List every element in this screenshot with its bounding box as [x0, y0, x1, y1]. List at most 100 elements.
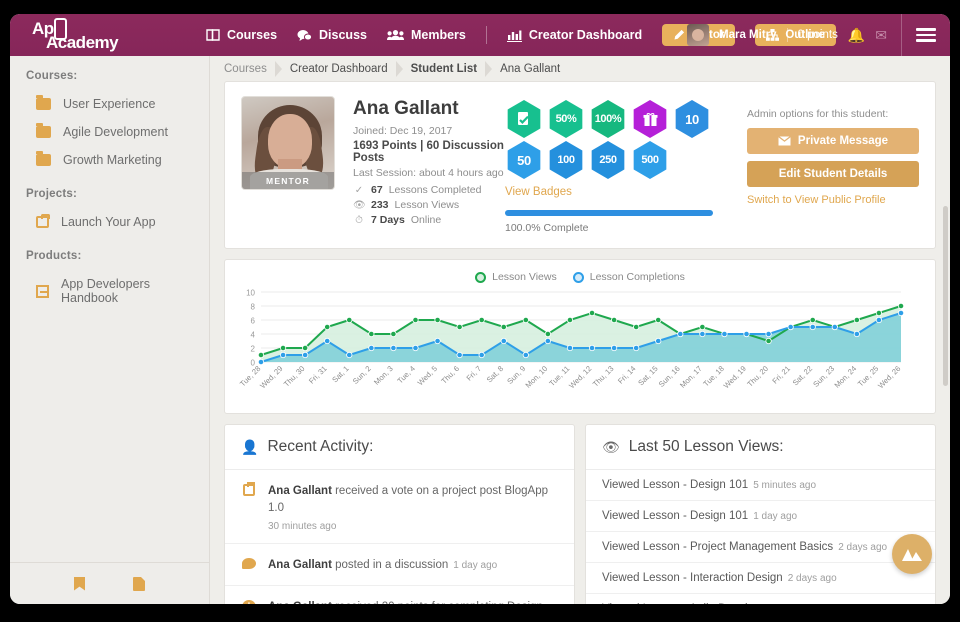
- activity-row[interactable]: Ana Gallant received a vote on a project…: [225, 470, 574, 545]
- sidebar-heading-products: Products:: [26, 250, 82, 262]
- svg-text:Mon, 17: Mon, 17: [678, 364, 704, 390]
- nav-item-members[interactable]: Members: [386, 28, 466, 42]
- switch-public-profile-link[interactable]: Switch to View Public Profile: [747, 194, 919, 206]
- svg-text:Wed, 19: Wed, 19: [722, 364, 748, 390]
- student-profile-card: MENTOR Ana Gallant Joined: Dec 19, 2017 …: [224, 81, 936, 249]
- breadcrumb-item-courses[interactable]: Courses: [224, 63, 273, 75]
- sidebar-item-label: Growth Marketing: [63, 153, 162, 167]
- lesson-view-row[interactable]: Viewed Lesson - Design 101 5 minutes ago: [586, 470, 935, 501]
- joined-date: Joined: Dec 19, 2017: [353, 125, 453, 137]
- nav-item-discuss[interactable]: Discuss: [297, 28, 367, 42]
- sidebar-item-growth-marketing[interactable]: Growth Marketing: [10, 146, 209, 174]
- person-icon: 👤: [241, 438, 259, 455]
- svg-text:Wed, 12: Wed, 12: [567, 364, 593, 390]
- stat-label: Online: [410, 214, 442, 226]
- bookmark-icon[interactable]: [74, 576, 85, 591]
- nav-user-area: Mara Mitry 0 points 🔔 ✉: [687, 14, 950, 56]
- badges-section: 50% 100% 10 50 100 250 500 View Badges 1…: [505, 96, 741, 234]
- badge-row-bottom: 50 100 250 500: [505, 141, 741, 179]
- avatar[interactable]: [687, 24, 710, 46]
- badge-10[interactable]: 10: [675, 100, 709, 138]
- bell-icon[interactable]: 🔔: [848, 28, 865, 42]
- svg-text:4: 4: [251, 331, 256, 340]
- lesson-view-time: 1 day ago: [753, 511, 798, 522]
- svg-text:8: 8: [251, 303, 256, 312]
- brand-logo[interactable]: App Academy: [10, 17, 200, 51]
- badge-100[interactable]: 100: [549, 141, 583, 179]
- stat-value: 67: [371, 184, 383, 196]
- sidebar-item-app-developers-handbook[interactable]: App Developers Handbook: [10, 270, 209, 312]
- scrollbar[interactable]: [943, 206, 948, 386]
- svg-text:Sun, 16: Sun, 16: [657, 364, 682, 389]
- user-name: Mara Mitry: [719, 29, 777, 41]
- plus-circle-icon: +: [241, 599, 257, 604]
- badge-500[interactable]: 500: [633, 141, 667, 179]
- stat-label: Lesson Views: [394, 199, 460, 211]
- hamburger-icon: [916, 25, 936, 45]
- breadcrumb-item-student-list[interactable]: Student List: [411, 63, 483, 75]
- lesson-views-list: Viewed Lesson - Design 101 5 minutes ago V…: [586, 470, 935, 604]
- activity-row[interactable]: Ana Gallant posted in a discussion 1 day …: [225, 544, 574, 587]
- inbox-icon[interactable]: ✉: [875, 28, 887, 42]
- eye-icon: 👁: [602, 438, 620, 455]
- svg-text:Sat, 8: Sat, 8: [485, 364, 505, 384]
- legend-item-lesson-views[interactable]: Lesson Views: [475, 271, 557, 283]
- button-label: Private Message: [797, 135, 889, 147]
- nav-item-creator-dashboard[interactable]: Creator Dashboard: [506, 28, 643, 42]
- sidebar: Courses: User Experience Agile Developme…: [10, 56, 210, 604]
- view-badges-link[interactable]: View Badges: [505, 186, 741, 198]
- sidebar-item-launch-your-app[interactable]: Launch Your App: [10, 208, 209, 236]
- svg-text:Sat, 15: Sat, 15: [636, 364, 659, 387]
- chat-icon: [297, 29, 313, 41]
- nav-label: Creator Dashboard: [528, 28, 643, 42]
- svg-text:6: 6: [251, 317, 256, 326]
- badge-gift[interactable]: [633, 100, 667, 138]
- private-message-button[interactable]: Private Message: [747, 128, 919, 154]
- sidebar-item-user-experience[interactable]: User Experience: [10, 90, 209, 118]
- badge-50[interactable]: 50: [507, 141, 541, 179]
- stat-value: 233: [371, 199, 389, 211]
- nav-item-courses[interactable]: Courses: [206, 28, 277, 42]
- student-photo: MENTOR: [241, 96, 335, 190]
- badge-100-percent[interactable]: 100%: [591, 100, 625, 138]
- svg-text:Thu, 30: Thu, 30: [282, 364, 307, 389]
- bar-chart-icon: [506, 30, 522, 42]
- lesson-view-time: 5 minutes ago: [753, 480, 817, 491]
- check-doc-icon: [518, 112, 529, 125]
- student-info: Ana Gallant Joined: Dec 19, 2017 1693 Po…: [335, 96, 505, 234]
- divider: [786, 28, 788, 42]
- activity-text: Ana Gallant received a vote on a project…: [268, 485, 548, 514]
- svg-text:Fri, 21: Fri, 21: [770, 364, 792, 386]
- clock-icon: ⏱: [355, 214, 363, 226]
- lesson-view-row[interactable]: Viewed Lesson - Design 101 1 day ago: [586, 501, 935, 532]
- svg-text:Wed, 5: Wed, 5: [416, 364, 439, 387]
- hamburger-menu-button[interactable]: [901, 14, 936, 56]
- lesson-view-row[interactable]: Viewed Lesson - Project Management Basic…: [586, 532, 935, 563]
- document-icon[interactable]: [133, 576, 145, 591]
- chart-legend: Lesson Views Lesson Completions: [235, 268, 925, 286]
- badge-250[interactable]: 250: [591, 141, 625, 179]
- lesson-view-row[interactable]: Viewed Lesson - Interaction Design 2 days…: [586, 563, 935, 594]
- breadcrumb-item-creator-dashboard[interactable]: Creator Dashboard: [290, 63, 394, 75]
- sidebar-heading-projects: Projects:: [26, 188, 78, 200]
- lesson-view-row[interactable]: Viewed Lesson - Agile Development2 days …: [586, 594, 935, 604]
- lesson-view-text: Viewed Lesson - Project Management Basic…: [602, 541, 834, 553]
- svg-text:Sun, 23: Sun, 23: [811, 364, 836, 389]
- activity-user: Ana Gallant: [268, 559, 332, 572]
- help-fab-button[interactable]: [892, 534, 932, 574]
- legend-item-lesson-completions[interactable]: Lesson Completions: [572, 271, 685, 283]
- last-session: Last Session: about 4 hours ago: [353, 167, 504, 179]
- svg-text:Thu, 6: Thu, 6: [439, 364, 461, 386]
- briefcase-icon: [241, 482, 257, 532]
- sidebar-item-agile-development[interactable]: Agile Development: [10, 118, 209, 146]
- check-icon: ✓: [354, 184, 364, 196]
- book-icon: [206, 29, 220, 41]
- line-chart: 0246810Tue, 28Wed, 29Thu, 30 Fri, 31 Sat, …: [238, 289, 905, 390]
- legend-swatch: [475, 271, 487, 283]
- lesson-view-text: Viewed Lesson - Design 101: [602, 479, 749, 491]
- badge-50-percent[interactable]: 50%: [549, 100, 583, 138]
- activity-row[interactable]: + Ana Gallant received 20 points for comp…: [225, 586, 574, 604]
- badge-check-doc[interactable]: [507, 100, 541, 138]
- edit-student-details-button[interactable]: Edit Student Details: [747, 161, 919, 187]
- user-points: 0 points: [797, 29, 838, 41]
